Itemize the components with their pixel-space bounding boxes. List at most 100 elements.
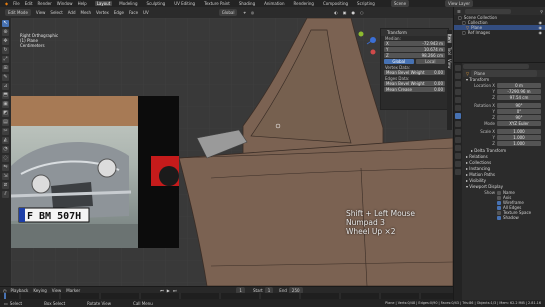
timeline-view-menu[interactable]: View	[52, 288, 62, 293]
menu-vertex[interactable]: Vertex	[96, 10, 109, 15]
object-props-icon[interactable]	[455, 113, 461, 119]
rotation-z-field[interactable]: 90°	[497, 115, 541, 120]
menu-help[interactable]: Help	[78, 1, 87, 6]
blender-logo-icon[interactable]: ◆	[5, 1, 8, 6]
texture-props-icon[interactable]	[455, 169, 461, 175]
global-button[interactable]: Global	[384, 59, 414, 64]
menu-edit[interactable]: Edit	[25, 1, 33, 6]
menu-select[interactable]: Select	[50, 10, 62, 15]
rotate-icon[interactable]: ↻	[2, 47, 9, 54]
rotation-mode-select[interactable]: XYZ Euler	[497, 121, 541, 126]
rotation-x-field[interactable]: 90°	[497, 103, 541, 108]
modifier-props-icon[interactable]	[455, 121, 461, 127]
filter-icon[interactable]: ⚲	[540, 9, 543, 14]
show-all-edges-checkbox[interactable]	[497, 205, 501, 210]
select-icon[interactable]: ↖	[2, 20, 9, 27]
tab-texture-paint[interactable]: Texture Paint	[202, 1, 232, 6]
cursor-icon[interactable]: ⊕	[2, 29, 9, 36]
scale-icon[interactable]: ⤢	[2, 56, 9, 63]
props-search-input[interactable]	[463, 64, 529, 69]
current-frame-field[interactable]: 1	[236, 286, 245, 294]
transform-icon[interactable]: ⊞	[2, 65, 9, 72]
particles-props-icon[interactable]	[455, 129, 461, 135]
keying-menu[interactable]: Keying	[33, 288, 46, 293]
outliner-row[interactable]: ▢ Ref Images ◉	[454, 30, 545, 35]
render-props-icon[interactable]	[455, 73, 461, 79]
show-axis-checkbox[interactable]	[497, 195, 501, 200]
sidebar-tab-item[interactable]: Item	[447, 34, 452, 44]
menu-uv[interactable]: UV	[143, 10, 149, 15]
extrude-icon[interactable]: ⬒	[2, 92, 9, 99]
shrink-icon[interactable]: ⇲	[2, 173, 9, 180]
menu-file[interactable]: File	[13, 1, 20, 6]
measure-icon[interactable]: ⊿	[2, 83, 9, 90]
output-props-icon[interactable]	[455, 81, 461, 87]
tab-sculpting[interactable]: Sculpting	[145, 1, 168, 6]
tab-shading[interactable]: Shading	[237, 1, 257, 6]
menu-mesh[interactable]: Mesh	[81, 10, 92, 15]
outliner-search-input[interactable]	[464, 8, 511, 14]
median-z-field[interactable]: Z 98.266 cm	[384, 53, 445, 58]
scale-x-field[interactable]: 1.000	[497, 129, 541, 134]
transform-panel-title[interactable]: Transform	[381, 29, 448, 36]
rotation-y-field[interactable]: 0°	[497, 109, 541, 114]
edge-slide-icon[interactable]: ⇋	[2, 164, 9, 171]
marker-menu[interactable]: Marker	[66, 288, 80, 293]
view-layer-selector[interactable]: View Layer	[445, 0, 473, 7]
tab-uv-editing[interactable]: UV Editing	[172, 1, 197, 6]
overlay-icon[interactable]: ◐	[334, 10, 338, 15]
timeline-editor-icon[interactable]: ◷	[3, 288, 7, 293]
sidebar-tab-tool[interactable]: Tool	[447, 47, 452, 55]
show-wireframe-checkbox[interactable]	[497, 200, 501, 205]
end-frame-field[interactable]: 250	[288, 286, 303, 294]
edge-bevel-weight-field[interactable]: Mean Bevel Weight 0.00	[384, 81, 445, 86]
tab-compositing[interactable]: Compositing	[321, 1, 350, 6]
jump-end-icon[interactable]: ⏭	[173, 288, 177, 293]
menu-render[interactable]: Render	[38, 1, 52, 6]
shear-icon[interactable]: ⧄	[2, 182, 9, 189]
local-button[interactable]: Local	[415, 59, 445, 64]
annotate-icon[interactable]: ✎	[2, 74, 9, 81]
location-x-field[interactable]: 0 m	[497, 83, 541, 88]
inset-icon[interactable]: ▣	[2, 101, 9, 108]
shading-wire-icon[interactable]: ○	[360, 10, 364, 15]
data-props-icon[interactable]	[455, 153, 461, 159]
smooth-icon[interactable]: ◌	[2, 155, 9, 162]
show-shadow-checkbox[interactable]	[497, 215, 501, 220]
menu-window[interactable]: Window	[57, 1, 73, 6]
show-name-checkbox[interactable]	[497, 190, 501, 195]
physics-props-icon[interactable]	[455, 137, 461, 143]
scene-selector[interactable]: Scene	[390, 0, 410, 7]
constraints-props-icon[interactable]	[455, 145, 461, 151]
tab-layout[interactable]: Layout	[94, 1, 113, 6]
world-props-icon[interactable]	[455, 105, 461, 111]
scale-z-field[interactable]: 1.000	[497, 141, 541, 146]
bevel-icon[interactable]: ◩	[2, 110, 9, 117]
show-texture-space-checkbox[interactable]	[497, 210, 501, 215]
tab-rendering[interactable]: Rendering	[292, 1, 316, 6]
scene-props-icon[interactable]	[455, 97, 461, 103]
median-y-field[interactable]: Y 10.674 m	[384, 47, 445, 52]
view-layer-props-icon[interactable]	[455, 89, 461, 95]
location-y-field[interactable]: -7290.96 m	[497, 89, 541, 94]
menu-add[interactable]: Add	[68, 10, 76, 15]
playback-menu[interactable]: Playback	[11, 288, 29, 293]
outliner-editor-icon[interactable]: ☰	[457, 9, 461, 14]
orientation-selector[interactable]: Global	[218, 9, 238, 16]
tool-props-icon[interactable]	[455, 65, 461, 71]
mode-selector[interactable]: Edit Mode	[5, 9, 31, 16]
tab-modeling[interactable]: Modeling	[117, 1, 139, 6]
spin-icon[interactable]: ◔	[2, 146, 9, 153]
median-x-field[interactable]: X -72.943 m	[384, 41, 445, 46]
play-icon[interactable]: ▶	[167, 288, 170, 293]
menu-face[interactable]: Face	[129, 10, 138, 15]
proportional-edit-icon[interactable]: ◎	[251, 10, 255, 15]
tab-animation[interactable]: Animation	[262, 1, 286, 6]
object-name-field[interactable]: Plane	[471, 70, 538, 77]
rip-icon[interactable]: ⫽	[2, 191, 9, 198]
move-icon[interactable]: ✥	[2, 38, 9, 45]
loop-cut-icon[interactable]: ▤	[2, 119, 9, 126]
scale-y-field[interactable]: 1.000	[497, 135, 541, 140]
location-z-field[interactable]: 97.54 cm	[497, 95, 541, 100]
jump-start-icon[interactable]: ⏮	[160, 288, 164, 293]
